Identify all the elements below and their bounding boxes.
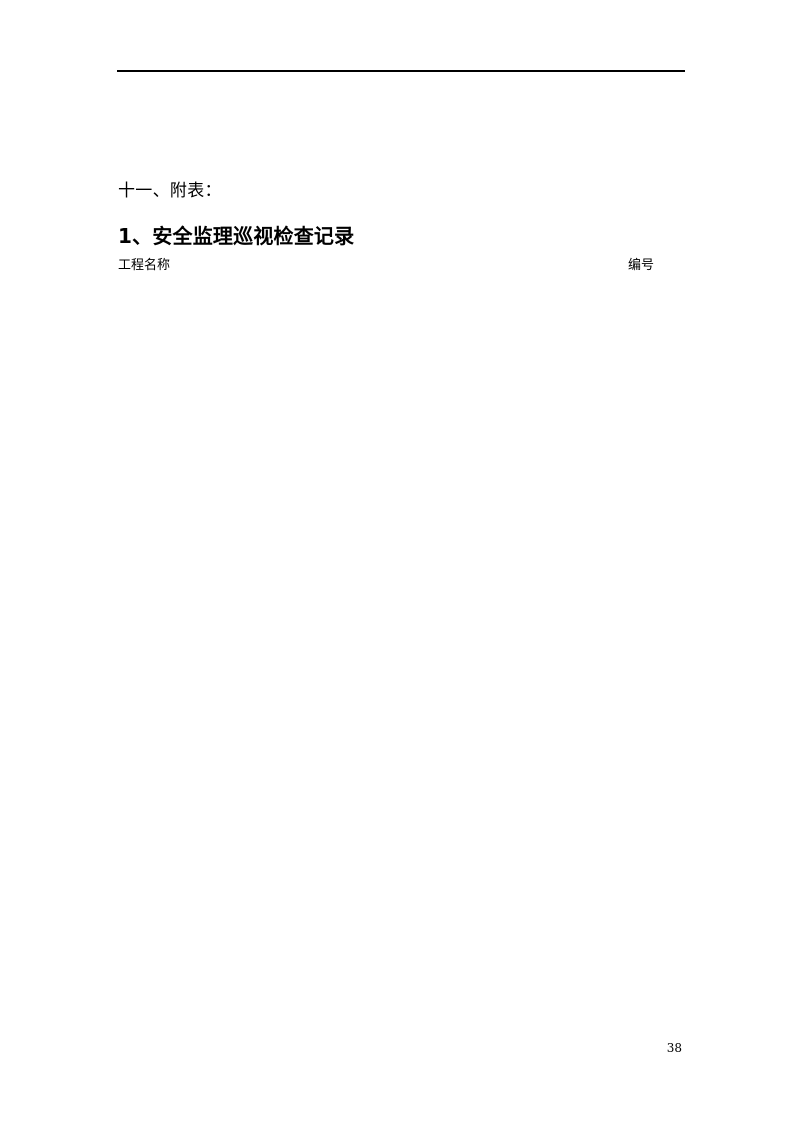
document-body: 十一、附表： 1、安全监理巡视检查记录 工程名称 编号	[118, 178, 686, 276]
page-number: 38	[666, 1041, 682, 1055]
project-name-label: 工程名称	[118, 258, 171, 273]
serial-number-label: 编号	[628, 258, 655, 273]
document-page: 十一、附表： 1、安全监理巡视检查记录 工程名称 编号 38	[0, 0, 794, 1123]
form-title: 1、安全监理巡视检查记录	[118, 224, 355, 248]
form-field-row: 工程名称 编号	[118, 256, 686, 276]
header-rule-line	[117, 70, 685, 72]
section-heading: 十一、附表：	[118, 181, 222, 201]
